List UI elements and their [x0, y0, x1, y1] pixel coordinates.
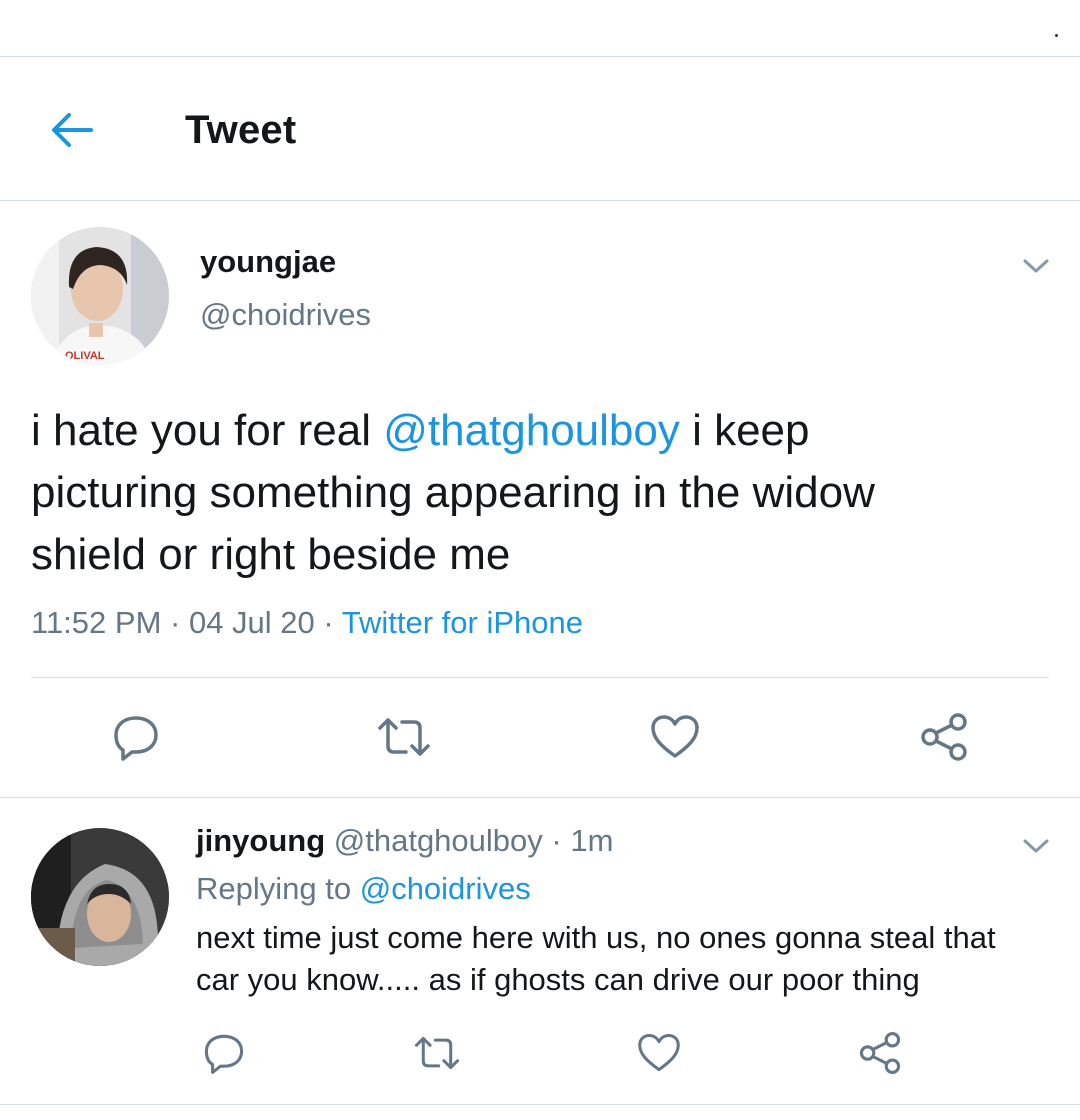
speech-bubble-icon [114, 716, 158, 761]
tweet-date: 04 Jul 20 [188, 605, 315, 640]
back-button[interactable] [44, 105, 100, 155]
header-divider [0, 200, 1080, 201]
reply-text-line: car you know..... as if ghosts can drive… [196, 962, 920, 997]
arrow-left-icon [52, 113, 93, 147]
tweet-divider [0, 797, 1080, 798]
reply-author-name[interactable]: jinyoung [196, 823, 325, 858]
reply-share-button[interactable] [850, 1023, 910, 1083]
share-button[interactable] [914, 707, 974, 767]
tweet-meta: 11:52 PM · 04 Jul 20 · Twitter for iPhon… [31, 605, 583, 641]
reply-divider [0, 1104, 1080, 1105]
svg-text:OLIVAL: OLIVAL [65, 350, 105, 362]
chevron-down-icon [1023, 839, 1049, 853]
share-icon [921, 713, 967, 761]
reply-avatar[interactable] [31, 828, 169, 966]
top-divider [0, 56, 1080, 57]
speech-bubble-icon [204, 1034, 244, 1074]
replying-to-handle[interactable]: @choidrives [360, 871, 531, 906]
retweet-icon [378, 718, 430, 756]
reply-text-line: next time just come here with us, no one… [196, 920, 996, 955]
tweet-menu-button[interactable] [1016, 246, 1056, 286]
tweet-text-segment: i hate you for real [31, 406, 384, 455]
avatar[interactable]: OLIVAL [31, 227, 169, 365]
meta-separator: · [161, 605, 189, 640]
reply-like-button[interactable] [629, 1023, 689, 1083]
tweet-text-segment: i keep [679, 406, 810, 455]
reply-retweet-button[interactable] [407, 1023, 467, 1083]
tweet-text-line: shield or right beside me [31, 530, 511, 579]
like-button[interactable] [645, 707, 705, 767]
reply-author-handle[interactable]: @thatghoulboy [325, 823, 543, 858]
replying-to-label: Replying to [196, 871, 360, 906]
author-handle[interactable]: @choidrives [200, 297, 371, 333]
chevron-down-icon [1023, 259, 1049, 273]
share-icon [859, 1031, 901, 1075]
tweet-time: 11:52 PM [31, 605, 162, 640]
meta-separator: · [314, 605, 342, 640]
retweet-icon [414, 1036, 460, 1070]
reply-button[interactable] [106, 707, 166, 767]
retweet-button[interactable] [374, 707, 434, 767]
heart-icon [651, 715, 699, 758]
tweet-text-line: picturing something appearing in the wid… [31, 468, 875, 517]
reply-separator: · [542, 823, 571, 858]
replying-to: Replying to @choidrives [196, 871, 531, 907]
reply-reply-button[interactable] [194, 1023, 254, 1083]
heart-icon [638, 1033, 680, 1072]
reply-age: 1m [570, 823, 614, 858]
tweet-text: i hate you for real @thatghoulboy i keep… [31, 400, 1041, 586]
reply-text: next time just come here with us, no one… [196, 917, 1066, 1001]
mention-link[interactable]: @thatghoulboy [383, 406, 680, 455]
meta-divider [31, 677, 1049, 678]
status-bar-dot [1055, 34, 1058, 37]
tweet-source-link[interactable]: Twitter for iPhone [342, 605, 583, 640]
page-title: Tweet [185, 108, 297, 152]
reply-header: jinyoung @thatghoulboy · 1m [196, 823, 613, 859]
reply-menu-button[interactable] [1016, 826, 1056, 866]
author-name[interactable]: youngjae [200, 244, 336, 280]
